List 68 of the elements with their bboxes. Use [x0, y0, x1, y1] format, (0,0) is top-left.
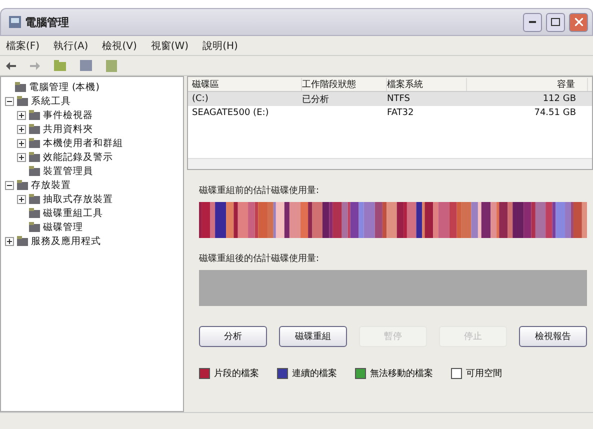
folder-icon [17, 96, 28, 106]
tree-item[interactable]: 共用資料夾 [43, 122, 93, 136]
column-header[interactable]: 磁碟區 [192, 78, 302, 90]
expand-icon[interactable] [17, 138, 26, 148]
after-usage-label: 磁碟重組後的估計磁碟使用量: [199, 252, 320, 265]
tree-item[interactable]: 抽取式存放裝置 [43, 192, 113, 206]
tree-item[interactable]: 存放裝置 [31, 178, 71, 192]
before-usage-label: 磁碟重組前的估計磁碟使用量: [199, 184, 320, 197]
tree-item[interactable]: 磁碟重組工具 [43, 206, 103, 220]
tree-item[interactable]: 本機使用者和群組 [43, 136, 123, 150]
action-button[interactable]: 檢視報告 [519, 326, 587, 347]
table-cell-text: 已分析 [302, 94, 330, 106]
menu-item[interactable]: 說明(H) [202, 38, 238, 52]
folder-icon [29, 124, 40, 134]
tree-item[interactable]: 裝置管理員 [43, 164, 93, 178]
legend-label: 可用空間 [466, 368, 502, 380]
minimize-icon [529, 21, 536, 23]
maximize-icon [551, 18, 560, 26]
column-header[interactable]: 容量 [467, 78, 588, 90]
expand-icon[interactable] [5, 236, 14, 246]
tree-item[interactable]: 效能記錄及警示 [43, 150, 113, 164]
app-icon [9, 16, 21, 28]
table-cell-text: 112 GB [542, 94, 577, 104]
back-arrow-icon[interactable] [6, 62, 16, 70]
horizontal-scrollbar[interactable] [188, 158, 592, 169]
action-button[interactable]: 分析 [199, 326, 267, 347]
legend-label: 片段的檔案 [214, 367, 259, 380]
folder-icon [29, 138, 40, 148]
volume-row[interactable]: (C:) 已分析 NTFS 112 GB [188, 92, 592, 106]
folder-icon [17, 180, 28, 190]
folder-icon [29, 208, 40, 218]
collapse-icon[interactable] [5, 96, 14, 106]
folder-icon [29, 152, 40, 162]
folder-icon [29, 194, 40, 204]
column-header[interactable]: 工作階段狀態 [302, 78, 387, 90]
collapse-icon[interactable] [5, 180, 14, 190]
table-cell-text: SEAGATE500 (E:) [192, 108, 270, 118]
legend-label: 無法移動的檔案 [370, 367, 433, 380]
action-button[interactable]: 磁碟重組 [279, 326, 347, 347]
tree-item[interactable]: 磁碟管理 [43, 220, 83, 234]
expand-icon[interactable] [17, 152, 26, 162]
menu-item[interactable]: 檔案(F) [6, 38, 40, 52]
table-cell-text: 74.51 GB [533, 108, 577, 118]
table-cell-text: FAT32 [387, 108, 415, 118]
maximize-button[interactable] [546, 12, 565, 32]
table-cell-text: NTFS [387, 94, 411, 104]
window-title: 電腦管理 [25, 14, 70, 30]
menu-item[interactable]: 視窗(W) [150, 38, 189, 52]
tree-item[interactable]: 系統工具 [31, 94, 71, 108]
legend-label: 連續的檔案 [292, 367, 337, 380]
folder-icon [29, 222, 40, 232]
expand-icon[interactable] [17, 124, 26, 134]
column-header[interactable]: 檔案系統 [387, 78, 467, 90]
tree-item[interactable]: 電腦管理 (本機) [29, 80, 100, 94]
folder-icon [29, 110, 40, 120]
expand-icon[interactable] [17, 110, 26, 120]
menu-item[interactable]: 檢視(V) [102, 38, 137, 52]
minimize-button[interactable] [523, 12, 542, 32]
volume-row[interactable]: SEAGATE500 (E:) FAT32 74.51 GB [188, 106, 592, 120]
table-cell-text: (C:) [192, 94, 210, 104]
close-icon [574, 18, 582, 26]
folder-icon [17, 236, 28, 246]
expand-icon[interactable] [17, 194, 26, 204]
menu-item[interactable]: 執行(A) [54, 38, 88, 52]
tree-item[interactable]: 服務及應用程式 [31, 234, 101, 248]
folder-icon [29, 166, 40, 176]
tree-item[interactable]: 事件檢視器 [43, 108, 93, 122]
folder-icon [15, 82, 26, 92]
